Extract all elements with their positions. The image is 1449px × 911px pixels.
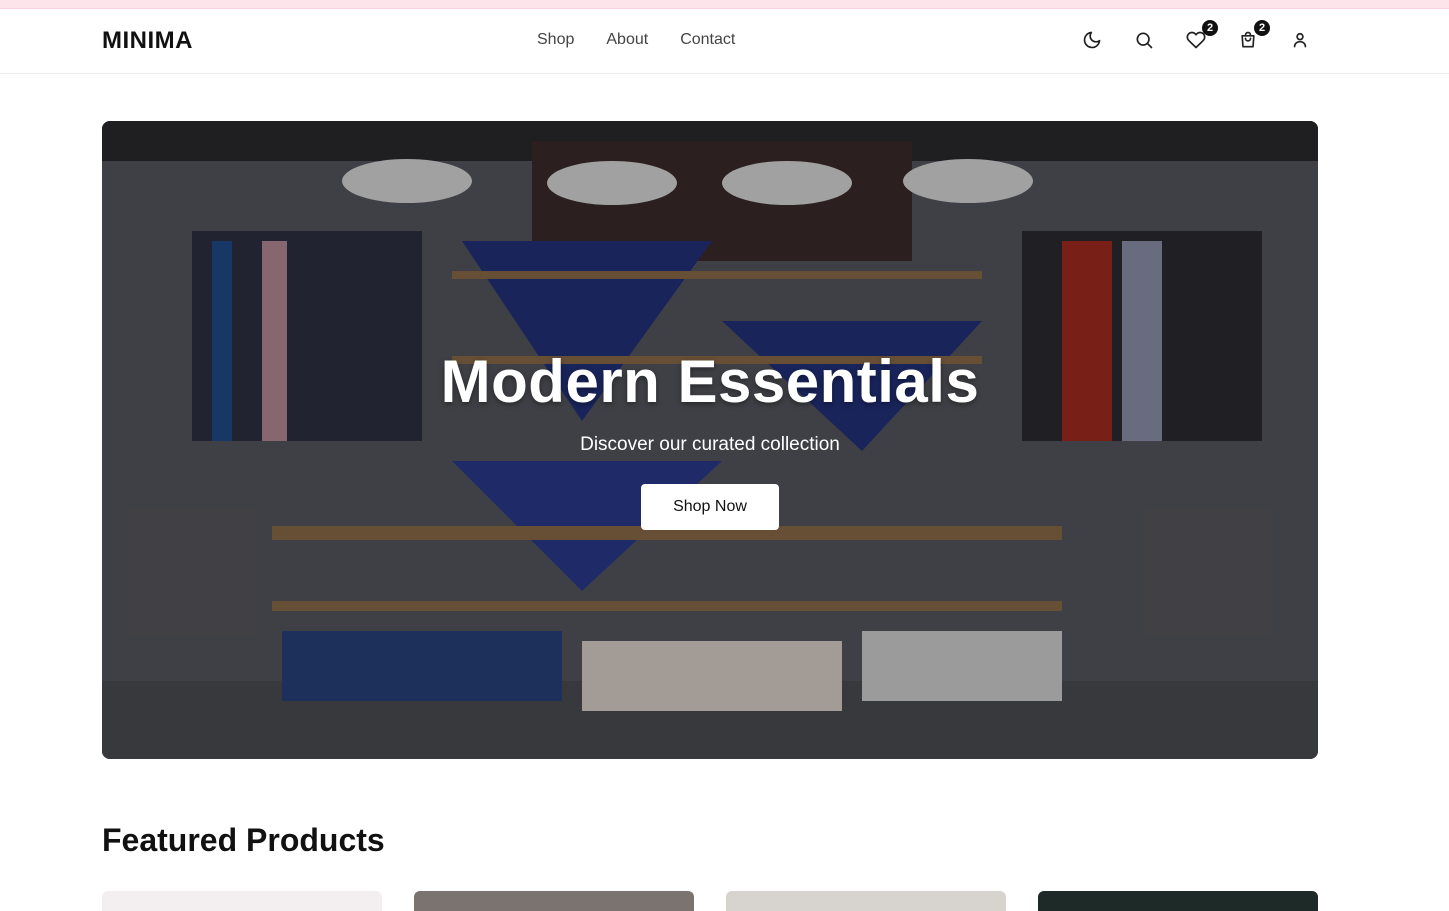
- theme-toggle-button[interactable]: [1078, 26, 1106, 54]
- wishlist-button[interactable]: 2: [1182, 20, 1218, 54]
- site-header: MINIMA Shop About Contact 2 2: [0, 9, 1449, 74]
- search-icon: [1136, 32, 1153, 49]
- shop-now-button[interactable]: Shop Now: [641, 484, 779, 530]
- hero-subtitle: Discover our curated collection: [580, 434, 840, 455]
- cart-button[interactable]: 2: [1234, 20, 1270, 54]
- nav-link-shop[interactable]: Shop: [537, 31, 574, 49]
- moon-icon: [1083, 31, 1101, 49]
- account-button[interactable]: [1286, 26, 1314, 54]
- search-button[interactable]: [1130, 26, 1158, 54]
- product-card[interactable]: [726, 891, 1006, 911]
- nav-link-contact[interactable]: Contact: [680, 31, 735, 49]
- product-card[interactable]: [1038, 891, 1318, 911]
- wishlist-count-badge: 2: [1202, 20, 1218, 36]
- hero-title: Modern Essentials: [440, 348, 980, 415]
- hero-banner: Modern Essentials Discover our curated c…: [102, 121, 1318, 759]
- top-announcement-strip: [0, 0, 1449, 9]
- header-actions: 2 2: [1078, 20, 1314, 54]
- featured-products-heading: Featured Products: [102, 822, 385, 858]
- nav-link-about[interactable]: About: [606, 31, 648, 49]
- main-nav: Shop About Contact: [537, 31, 767, 49]
- hero-content: Modern Essentials Discover our curated c…: [102, 347, 1318, 530]
- product-card[interactable]: [102, 891, 382, 911]
- site-logo[interactable]: MINIMA: [102, 27, 193, 55]
- user-icon: [1293, 32, 1307, 48]
- product-card[interactable]: [414, 891, 694, 911]
- cart-count-badge: 2: [1254, 20, 1270, 36]
